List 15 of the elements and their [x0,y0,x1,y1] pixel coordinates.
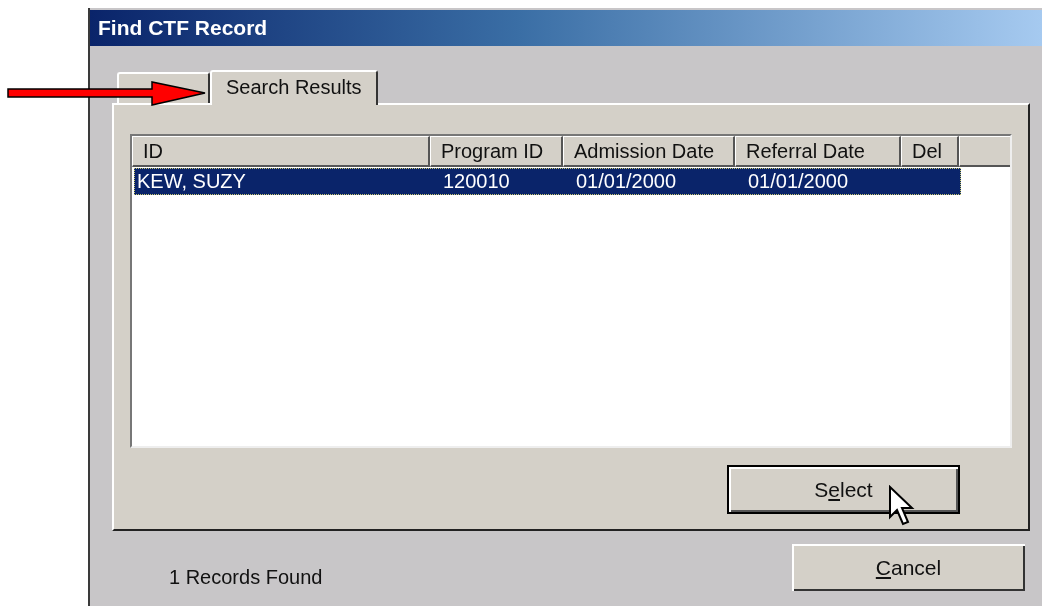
column-header[interactable]: Del [901,136,959,167]
column-header[interactable]: Admission Date [563,136,735,167]
column-header[interactable]: Referral Date [735,136,901,167]
column-header[interactable]: Program ID [430,136,563,167]
column-header[interactable]: ID [132,136,430,167]
table-cell-text: KEW, SUZY [136,169,247,194]
result-row[interactable]: KEW, SUZY 120010 01/01/2000 01/01/2000 [134,168,961,195]
cancel-button[interactable]: Cancel [792,544,1025,591]
table-cell-text: 120010 [442,169,511,194]
records-found-status: 1 Records Found [169,566,323,589]
window-title: Find CTF Record [90,10,1042,46]
table-cell-text: 01/01/2000 [747,169,850,194]
select-button[interactable]: Select [727,465,960,514]
table-cell-text: 01/01/2000 [575,169,678,194]
tab[interactable]: Search Results [210,70,378,105]
